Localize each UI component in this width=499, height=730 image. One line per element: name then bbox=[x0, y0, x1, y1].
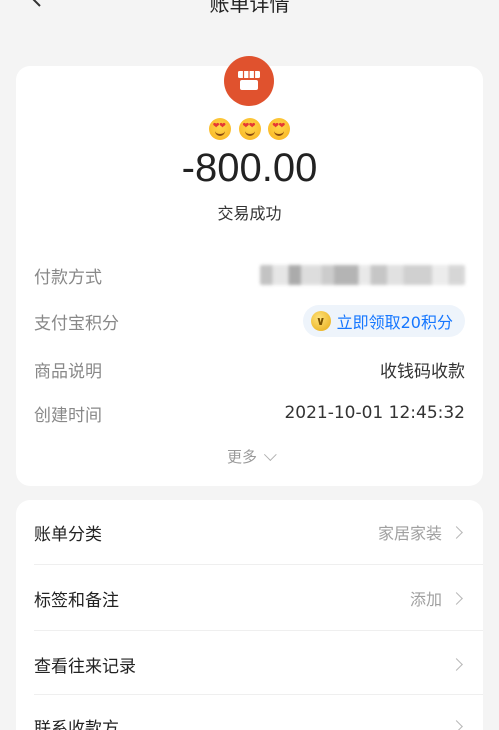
payment-method-label: 付款方式 bbox=[34, 267, 102, 288]
created-time-label: 创建时间 bbox=[34, 405, 102, 426]
divider bbox=[34, 630, 483, 631]
transaction-card: -800.00 交易成功 付款方式 支付宝积分 ∨ 立即领取20积分 商品说明 … bbox=[16, 56, 483, 486]
created-time-value: 2021-10-01 12:45:32 bbox=[284, 403, 465, 423]
more-label: 更多 bbox=[226, 448, 257, 466]
bill-category-value: 家居家装 bbox=[377, 524, 442, 543]
chevron-right-icon bbox=[450, 657, 463, 671]
chevron-right-icon bbox=[450, 525, 463, 539]
history-label: 查看往来记录 bbox=[34, 656, 136, 677]
emoji-row bbox=[16, 118, 483, 140]
claim-points-text: 立即领取20积分 bbox=[336, 313, 453, 332]
tags-notes-row[interactable]: 标签和备注 添加 bbox=[34, 566, 465, 630]
item-description-value: 收钱码收款 bbox=[380, 361, 465, 382]
created-time-row: 创建时间 2021-10-01 12:45:32 bbox=[34, 398, 465, 428]
payment-method-row: 付款方式 bbox=[34, 260, 465, 290]
alipay-points-label: 支付宝积分 bbox=[34, 313, 119, 334]
alipay-points-row: 支付宝积分 ∨ 立即领取20积分 bbox=[34, 305, 465, 337]
item-description-row: 商品说明 收钱码收款 bbox=[34, 354, 465, 384]
claim-points-button[interactable]: ∨ 立即领取20积分 bbox=[302, 305, 465, 337]
contact-payee-row[interactable]: 联系收款方 bbox=[34, 694, 465, 730]
points-coin-icon: ∨ bbox=[310, 311, 331, 331]
bill-category-label: 账单分类 bbox=[34, 524, 102, 545]
tags-notes-value: 添加 bbox=[409, 590, 442, 609]
chevron-right-icon bbox=[450, 719, 463, 730]
contact-payee-label: 联系收款方 bbox=[34, 718, 119, 730]
item-description-label: 商品说明 bbox=[34, 361, 102, 382]
heart-eyes-emoji bbox=[268, 118, 291, 140]
divider bbox=[34, 564, 483, 565]
payment-method-value-blurred bbox=[260, 265, 465, 285]
tags-notes-label: 标签和备注 bbox=[34, 590, 119, 611]
transaction-status: 交易成功 bbox=[217, 204, 282, 223]
nav-bar: 账单详情 bbox=[0, 0, 499, 40]
chevron-right-icon bbox=[450, 591, 463, 605]
actions-card: 账单分类 家居家装 标签和备注 添加 查看往来记录 联系收款方 bbox=[16, 500, 483, 730]
page-title: 账单详情 bbox=[209, 0, 290, 16]
history-row[interactable]: 查看往来记录 bbox=[34, 632, 465, 696]
more-button[interactable]: 更多 bbox=[16, 446, 483, 467]
chevron-down-icon bbox=[263, 448, 277, 462]
heart-eyes-emoji bbox=[238, 118, 261, 140]
bill-category-row[interactable]: 账单分类 家居家装 bbox=[34, 500, 465, 564]
shop-icon bbox=[224, 56, 274, 106]
heart-eyes-emoji bbox=[208, 118, 231, 140]
transaction-amount: -800.00 bbox=[181, 146, 318, 190]
